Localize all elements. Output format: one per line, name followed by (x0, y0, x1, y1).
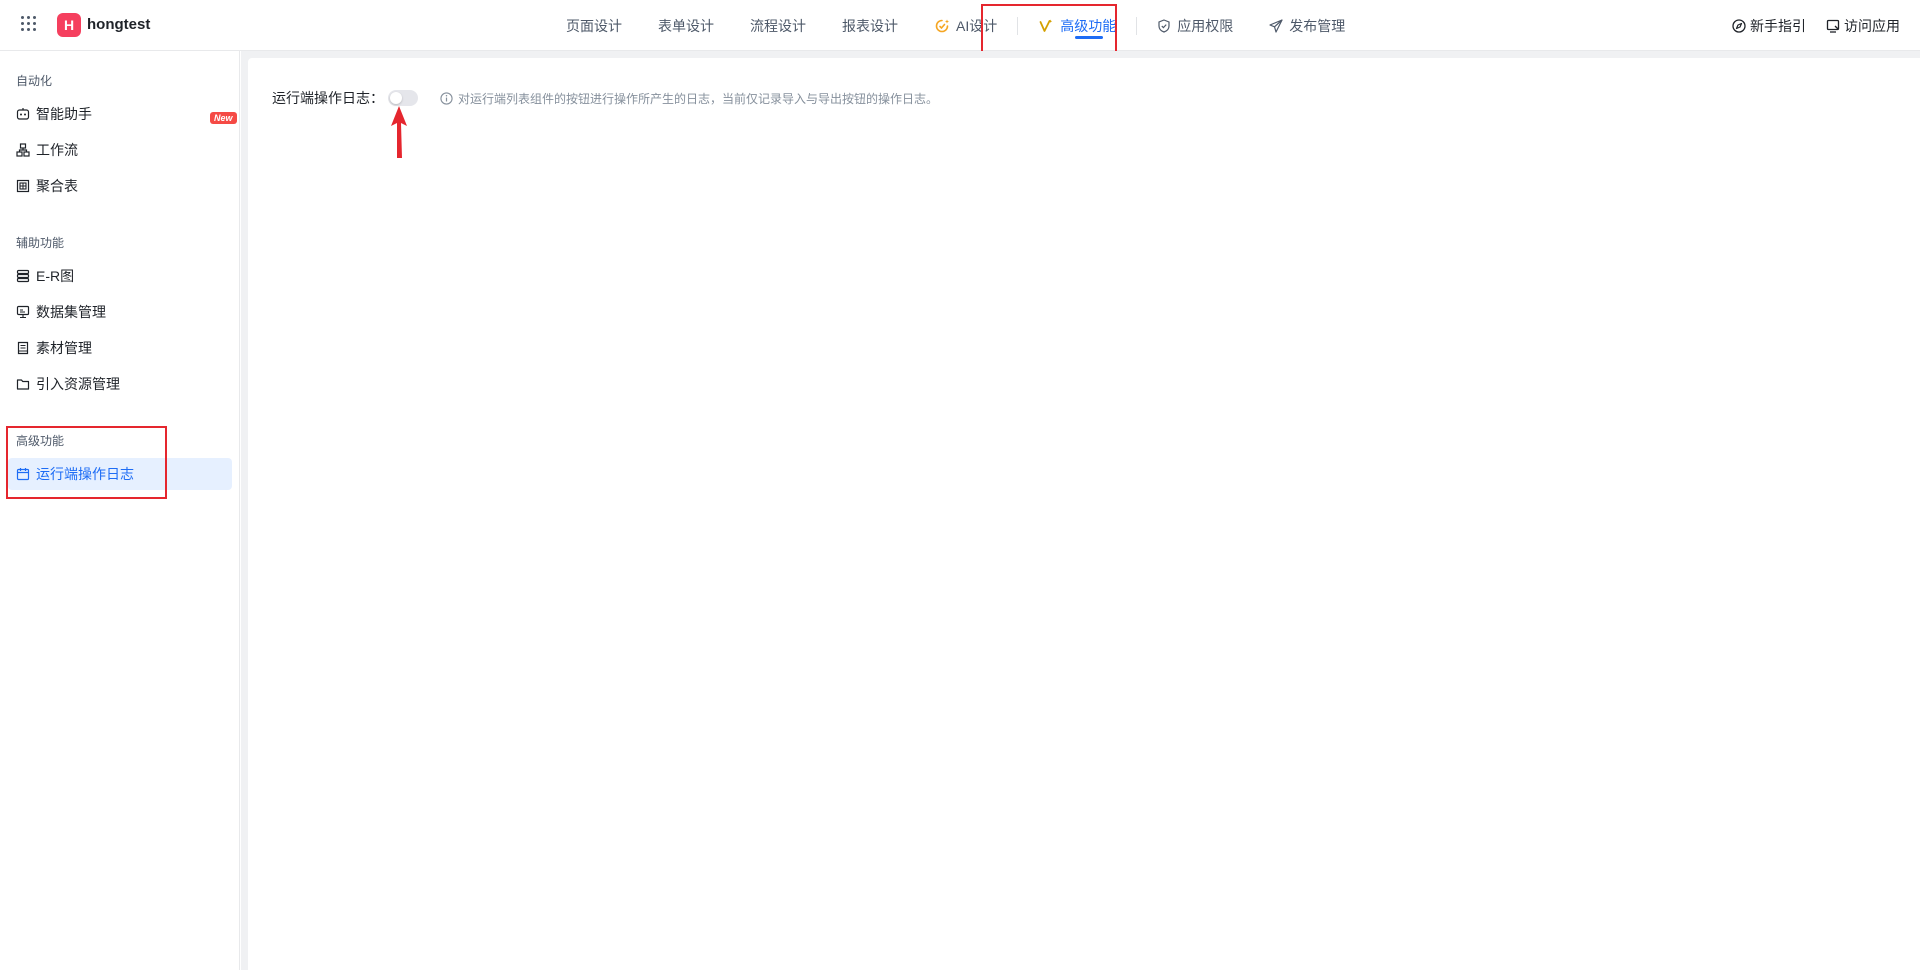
workflow-icon (16, 143, 30, 157)
sidebar-item-label: 素材管理 (36, 340, 92, 356)
sidebar-item-workflow[interactable]: 工作流 (8, 134, 232, 166)
main-nav: 页面设计 表单设计 流程设计 报表设计 AI设计 高级功能 应用权限 发布管理 (548, 0, 1363, 51)
top-header: H hongtest 页面设计 表单设计 流程设计 报表设计 AI设计 高级功能… (0, 0, 1920, 51)
nav-label: 应用权限 (1177, 17, 1234, 34)
nav-divider (1136, 16, 1138, 35)
shield-icon (1157, 18, 1171, 33)
aggregate-table-icon (16, 179, 30, 193)
runtime-log-setting: 运行端操作日志： 对运行端列表组件的按钮进行操作所产生的日志，当前仅记录导入与导… (272, 87, 938, 109)
advanced-feature-icon (1038, 18, 1054, 34)
sidebar-item-aggregate-table[interactable]: 聚合表 (8, 170, 232, 202)
content-panel (248, 58, 1920, 970)
sidebar-item-resource[interactable]: 引入资源管理 (8, 368, 232, 400)
sidebar-item-assistant[interactable]: 智能助手 (8, 98, 232, 130)
sidebar-item-label: 引入资源管理 (36, 376, 120, 392)
nav-ai-design[interactable]: AI设计 (916, 0, 1015, 51)
app-grid-icon[interactable] (21, 16, 39, 34)
nav-advanced-features[interactable]: 高级功能 (1020, 0, 1134, 51)
folder-icon (16, 379, 30, 390)
robot-icon (16, 108, 30, 120)
setting-hint: 对运行端列表组件的按钮进行操作所产生的日志，当前仅记录导入与导出按钮的操作日志。 (440, 90, 938, 107)
sidebar-item-dataset[interactable]: 数据集管理 (8, 296, 232, 328)
nav-label: 高级功能 (1060, 17, 1117, 34)
guide-label: 新手指引 (1750, 17, 1806, 34)
sidebar: 自动化 智能助手 工作流 聚合表 辅助功能 E-R图 数据集管理 素材管理 引入… (0, 51, 240, 970)
nav-app-permissions[interactable]: 应用权限 (1139, 0, 1251, 51)
nav-label: 发布管理 (1289, 17, 1346, 34)
sidebar-group-title: 自动化 (16, 74, 53, 88)
sidebar-item-label: 智能助手 (36, 106, 92, 122)
sidebar-item-label: E-R图 (36, 268, 75, 284)
sidebar-item-material[interactable]: 素材管理 (8, 332, 232, 364)
nav-label: 页面设计 (566, 17, 622, 34)
sidebar-item-label: 运行端操作日志 (36, 466, 134, 482)
sidebar-group-title: 辅助功能 (16, 236, 65, 250)
nav-form-design[interactable]: 表单设计 (640, 0, 732, 51)
compass-icon (1732, 18, 1746, 33)
calendar-icon (16, 468, 30, 481)
nav-label: 流程设计 (750, 17, 806, 34)
runtime-log-toggle[interactable] (388, 90, 418, 106)
material-icon (17, 341, 29, 355)
new-badge: New (210, 112, 237, 124)
nav-label: 表单设计 (658, 17, 714, 34)
nav-flow-design[interactable]: 流程设计 (732, 0, 824, 51)
nav-divider (1017, 16, 1019, 35)
nav-label: 报表设计 (842, 17, 898, 34)
sidebar-item-runtime-log[interactable]: 运行端操作日志 (8, 458, 232, 490)
header-actions: 新手指引 访问应用 (1712, 0, 1900, 51)
hint-text: 对运行端列表组件的按钮进行操作所产生的日志，当前仅记录导入与导出按钮的操作日志。 (458, 91, 939, 106)
nav-page-design[interactable]: 页面设计 (548, 0, 640, 51)
visit-app-icon (1826, 19, 1840, 33)
sidebar-item-label: 数据集管理 (36, 304, 106, 320)
er-diagram-icon (16, 269, 30, 283)
sidebar-item-er-diagram[interactable]: E-R图 (8, 260, 232, 292)
visit-app-button[interactable]: 访问应用 (1826, 16, 1900, 36)
visit-label: 访问应用 (1844, 17, 1900, 34)
info-icon (440, 91, 453, 105)
setting-label: 运行端操作日志： (272, 90, 384, 106)
toggle-knob (390, 92, 402, 104)
app-logo: H (57, 13, 81, 37)
sidebar-item-label: 聚合表 (36, 178, 78, 194)
nav-label: AI设计 (956, 17, 998, 34)
sidebar-item-label: 工作流 (36, 142, 78, 158)
send-icon (1269, 18, 1283, 33)
guide-button[interactable]: 新手指引 (1732, 16, 1806, 36)
ai-sparkle-icon (934, 18, 950, 34)
sidebar-group-title: 高级功能 (16, 434, 65, 448)
dataset-icon (16, 305, 30, 319)
app-name[interactable]: hongtest (87, 15, 150, 35)
nav-publish-management[interactable]: 发布管理 (1251, 0, 1363, 51)
nav-report-design[interactable]: 报表设计 (824, 0, 916, 51)
